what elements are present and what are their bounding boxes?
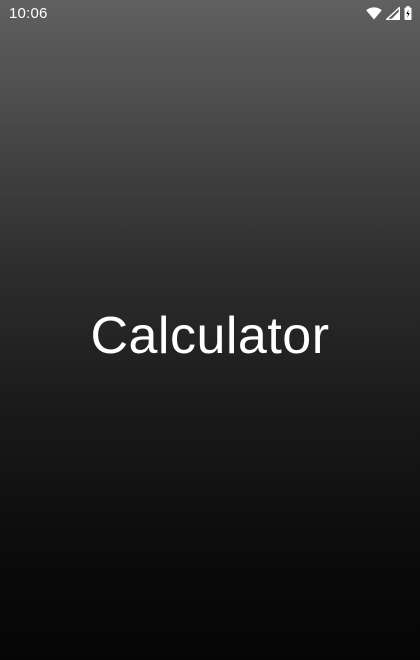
splash-screen: 10:06 Calculator <box>0 0 420 660</box>
status-time: 10:06 <box>9 4 48 22</box>
wifi-icon <box>366 6 382 20</box>
status-bar: 10:06 <box>0 0 420 26</box>
app-title: Calculator <box>90 307 330 365</box>
status-icons <box>366 6 412 20</box>
battery-icon <box>404 6 412 20</box>
cellular-signal-icon <box>386 6 400 20</box>
